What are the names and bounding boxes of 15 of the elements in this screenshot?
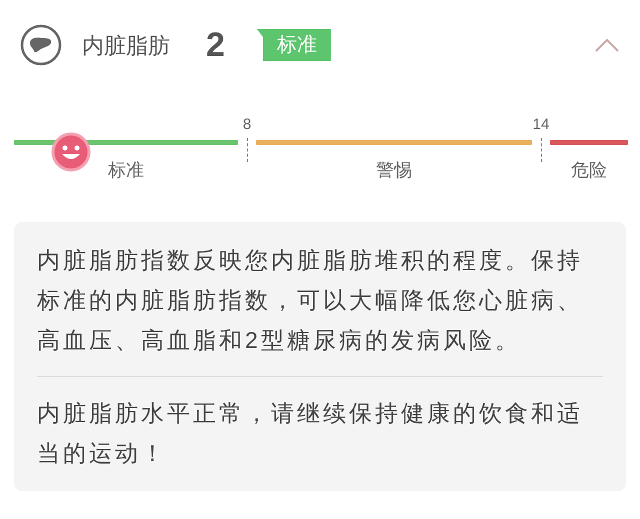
info-paragraph: 内脏脂肪指数反映您内脏脂肪堆积的程度。保持标准的内脏脂肪指数，可以大幅降低您心脏病、高血压、高血脂和2型糖尿病的发病风险。 bbox=[37, 246, 584, 355]
threshold-tick bbox=[540, 138, 542, 162]
segment-label: 标准 bbox=[108, 159, 144, 182]
threshold-label: 8 bbox=[242, 116, 252, 134]
segment-label: 警惕 bbox=[376, 159, 412, 182]
smiley-marker[interactable] bbox=[50, 131, 92, 173]
segment-label: 危险 bbox=[571, 159, 607, 182]
threshold-label: 14 bbox=[532, 116, 550, 134]
chevron-icon[interactable] bbox=[594, 37, 620, 53]
info-paragraph: 内脏脂肪水平正常，请继续保持健康的饮食和适当的运动！ bbox=[37, 399, 584, 468]
metric-value: 2 bbox=[206, 24, 225, 66]
status-badge: 标准 bbox=[256, 29, 331, 61]
metric-title: 内脏脂肪 bbox=[82, 32, 170, 60]
liver-icon bbox=[20, 24, 62, 66]
threshold-tick bbox=[246, 138, 248, 162]
